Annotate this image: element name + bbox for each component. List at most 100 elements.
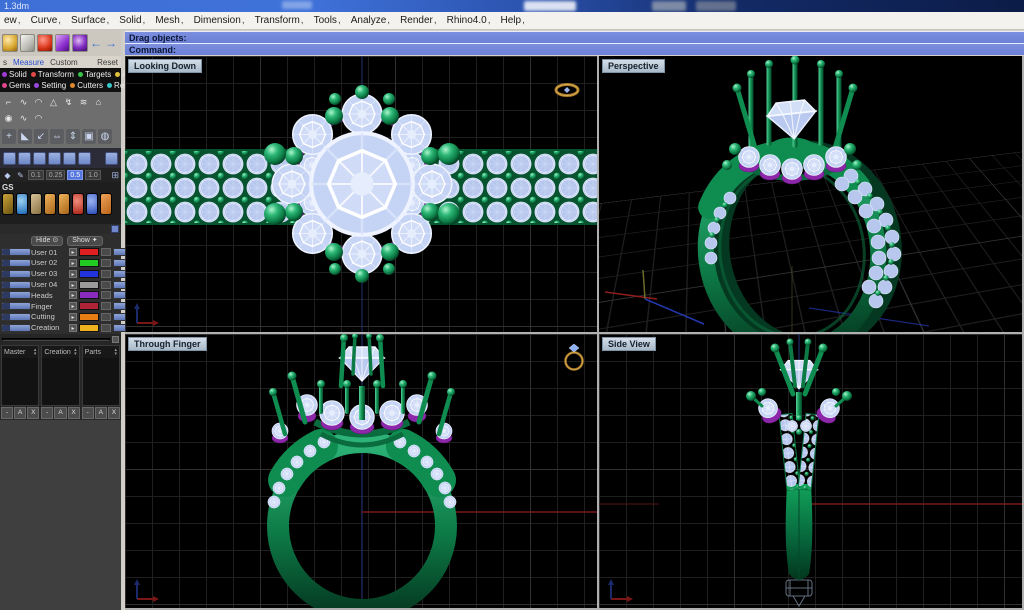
category-tab-transform[interactable]: Transform — [31, 70, 74, 79]
layer-toggle-button[interactable] — [1, 248, 31, 256]
layer-color-swatch[interactable] — [79, 291, 99, 299]
snap-value-button-selected[interactable]: 0.5 — [67, 170, 83, 180]
category-tab-setting[interactable]: Setting — [34, 81, 66, 90]
tab-custom[interactable]: Custom — [50, 58, 78, 67]
forward-arrow-icon[interactable]: → — [105, 34, 117, 52]
figure-icon[interactable] — [100, 193, 112, 215]
layer-lock-button[interactable] — [101, 313, 111, 321]
layer-color-swatch[interactable] — [79, 281, 99, 289]
gold-material-icon[interactable] — [2, 34, 18, 52]
viewport-title-through-finger[interactable]: Through Finger — [128, 337, 207, 351]
tool-button[interactable] — [63, 152, 76, 165]
menu-item-surface[interactable]: Surface — [68, 15, 116, 26]
viewport-through-finger[interactable]: Through Finger — [125, 334, 597, 608]
delete-button[interactable]: X — [108, 407, 120, 419]
tab-reset[interactable]: Reset — [97, 58, 118, 67]
master-list[interactable]: Master ▴▾ — [1, 345, 39, 406]
tool-button[interactable] — [48, 152, 61, 165]
viewport-canvas-through-finger[interactable] — [125, 334, 597, 608]
tool-button[interactable] — [33, 152, 46, 165]
brush-icon[interactable] — [30, 193, 42, 215]
add-button[interactable]: A — [95, 407, 107, 419]
layer-toggle-button[interactable] — [1, 291, 31, 299]
remove-button[interactable]: - — [82, 407, 94, 419]
viewport-canvas-side-view[interactable] — [599, 334, 1022, 608]
filter-icon[interactable] — [2, 193, 14, 215]
drag-tool-icon[interactable]: ↙ — [34, 129, 48, 144]
menu-item-analyze[interactable]: Analyze — [348, 15, 397, 26]
layer-lock-button[interactable] — [101, 291, 111, 299]
layer-toggle-button[interactable] — [1, 324, 31, 332]
show-button[interactable]: Show✦ — [67, 236, 102, 246]
add-button[interactable]: A — [14, 407, 26, 419]
gem-snap-icon[interactable]: ◆ — [2, 171, 13, 180]
white-cube-icon[interactable] — [20, 34, 36, 52]
menu-item-rhino40[interactable]: Rhino4.0 — [444, 15, 498, 26]
tool-button[interactable] — [105, 152, 118, 165]
layer-expand-button[interactable]: ▸ — [69, 248, 77, 256]
viewport-looking-down[interactable]: Looking Down — [125, 56, 597, 332]
curve-tool-icon[interactable]: ⌂ — [92, 96, 105, 109]
curve-tool-icon[interactable]: ⌐ — [2, 96, 15, 109]
corner-tool-icon[interactable]: ◣ — [18, 129, 32, 144]
command-history-line[interactable]: Drag objects: — [125, 31, 1024, 43]
snap-value-button[interactable]: 0.1 — [28, 170, 44, 180]
layer-toggle-button[interactable] — [1, 259, 31, 267]
command-input-line[interactable]: Command: — [125, 43, 1024, 55]
category-tab-gems[interactable]: Gems — [2, 81, 30, 90]
layer-expand-button[interactable]: ▸ — [69, 270, 77, 278]
layer-expand-button[interactable]: ▸ — [69, 291, 77, 299]
list-body[interactable] — [42, 358, 78, 405]
layer-color-swatch[interactable] — [79, 324, 99, 332]
menu-item-transform[interactable]: Transform — [252, 15, 311, 26]
mini-window-icon[interactable] — [111, 225, 119, 233]
curve-tool-icon[interactable]: ↯ — [62, 96, 75, 109]
layer-lock-button[interactable] — [101, 324, 111, 332]
menu-item-help[interactable]: Help — [497, 15, 531, 26]
add-button[interactable]: A — [54, 407, 66, 419]
pen-snap-icon[interactable]: ✎ — [15, 171, 26, 180]
curve-tool-icon[interactable]: ◉ — [2, 112, 15, 125]
layer-expand-button[interactable]: ▸ — [69, 324, 77, 332]
viewport-title-side-view[interactable]: Side View — [602, 337, 656, 351]
curve-tool-icon[interactable]: ◠ — [32, 96, 45, 109]
list-body[interactable] — [83, 358, 119, 405]
layer-color-swatch[interactable] — [79, 313, 99, 321]
category-tab-solid[interactable]: Solid — [2, 70, 27, 79]
back-arrow-icon[interactable]: ← — [90, 34, 102, 52]
delete-button[interactable]: X — [68, 407, 80, 419]
layer-lock-button[interactable] — [101, 259, 111, 267]
slider-handle[interactable] — [112, 336, 119, 343]
mirror-h-tool-icon[interactable]: ⇔ — [50, 129, 64, 144]
export-icon[interactable] — [44, 193, 56, 215]
list-body[interactable] — [2, 358, 38, 405]
viewport-side-view[interactable]: Side View — [599, 334, 1022, 608]
layer-toggle-button[interactable] — [1, 313, 31, 321]
array-tool-icon[interactable]: ▣ — [82, 129, 96, 144]
creation-list[interactable]: Creation ▴▾ — [41, 345, 79, 406]
mirror-v-tool-icon[interactable]: ⇕ — [66, 129, 80, 144]
tab-partial[interactable]: s — [3, 58, 7, 67]
viewport-title-looking-down[interactable]: Looking Down — [128, 59, 202, 73]
curve-tool-icon[interactable]: ≋ — [77, 96, 90, 109]
layer-color-swatch[interactable] — [79, 259, 99, 267]
hide-button[interactable]: Hide⊙ — [31, 236, 63, 246]
layer-expand-button[interactable]: ▸ — [69, 302, 77, 310]
grid-toggle-icon[interactable]: ⊞ — [111, 170, 119, 181]
spin-down-icon[interactable]: ▾ — [114, 352, 117, 356]
menu-item-dimension[interactable]: Dimension — [191, 15, 252, 26]
curve-tool-icon[interactable]: ◠ — [32, 112, 45, 125]
spin-down-icon[interactable]: ▾ — [74, 352, 77, 356]
menu-item-tools[interactable]: Tools — [311, 15, 348, 26]
globe-tool-icon[interactable]: ◍ — [98, 129, 112, 144]
menu-item-mesh[interactable]: Mesh — [152, 15, 190, 26]
remove-button[interactable]: - — [41, 407, 53, 419]
layer-toggle-button[interactable] — [1, 281, 31, 289]
curve-tool-icon[interactable]: ∿ — [17, 96, 30, 109]
menu-item-solid[interactable]: Solid — [116, 15, 152, 26]
tool-button[interactable] — [3, 152, 16, 165]
slider-track[interactable] — [2, 338, 110, 341]
category-tab-targets[interactable]: Targets — [78, 70, 111, 79]
layer-toggle-button[interactable] — [1, 302, 31, 310]
layer-color-swatch[interactable] — [79, 248, 99, 256]
